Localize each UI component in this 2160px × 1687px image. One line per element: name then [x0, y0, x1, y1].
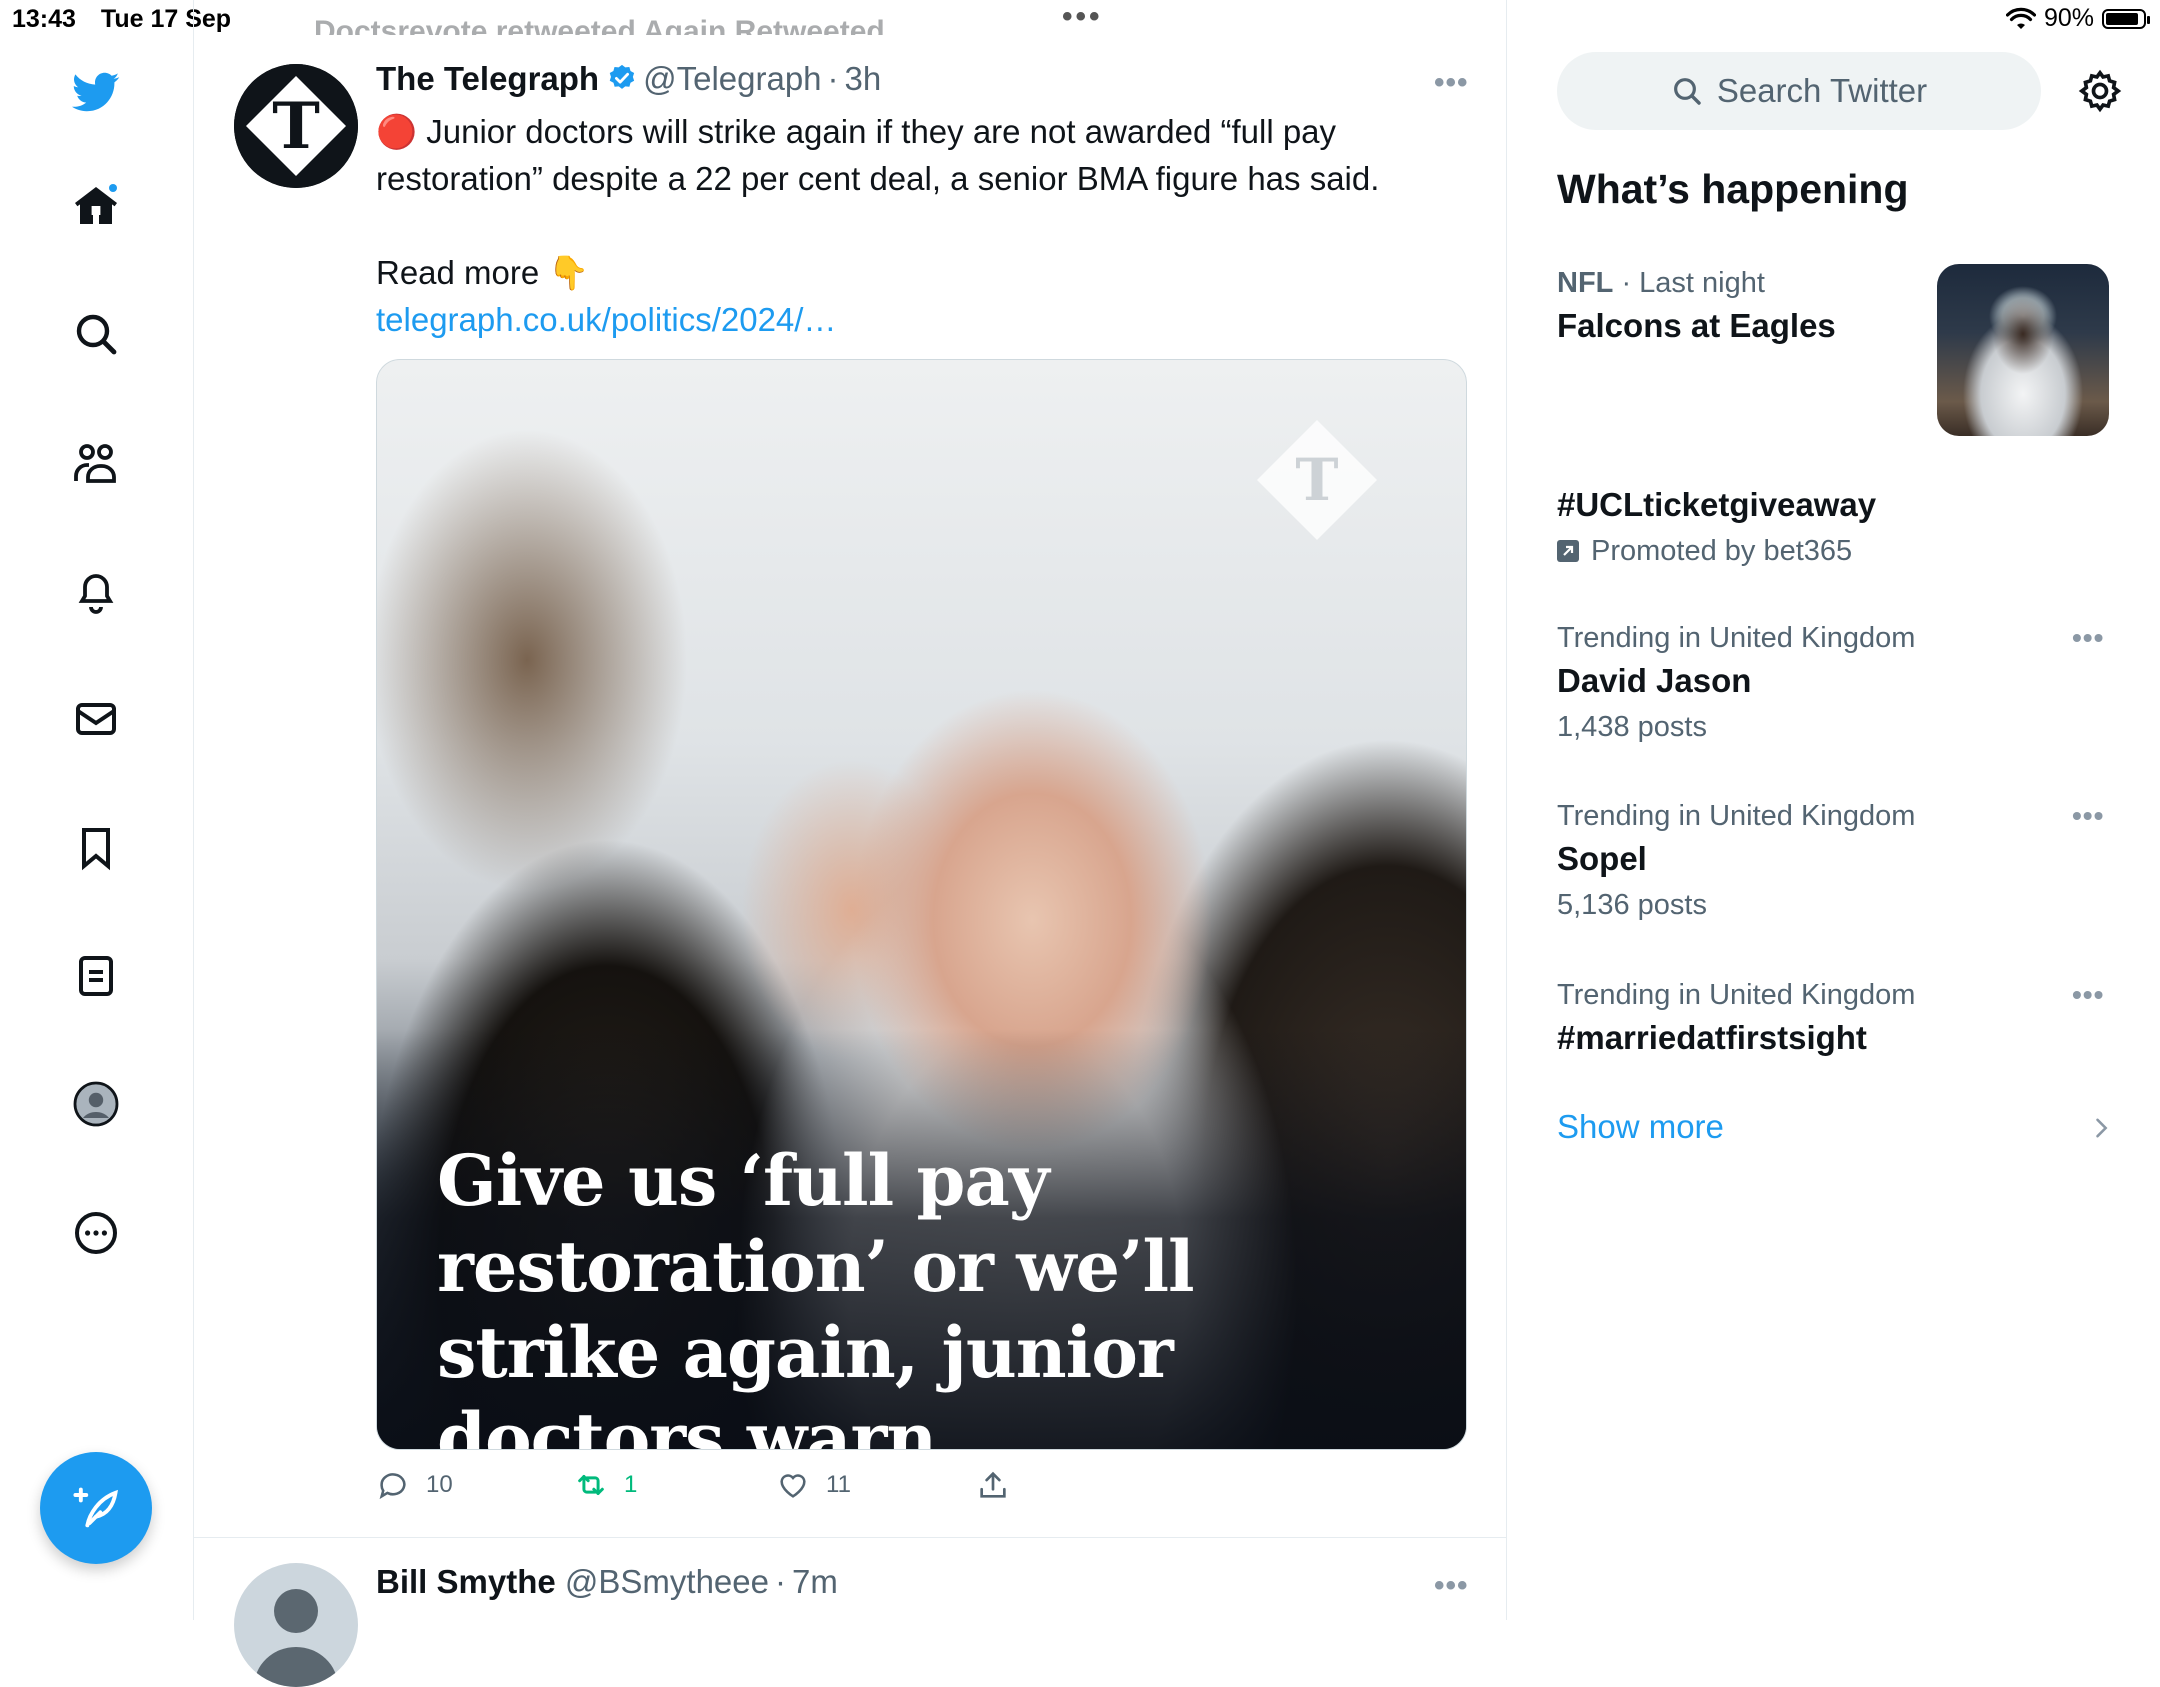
tweet-time[interactable]: 7m [792, 1563, 838, 1600]
messages-envelope-icon[interactable] [70, 693, 122, 745]
whats-happening-title: What’s happening [1557, 166, 1909, 212]
verified-badge-icon [609, 64, 635, 89]
more-options-icon[interactable] [70, 1207, 122, 1259]
tweet-more-icon[interactable]: ••• [1434, 66, 1469, 100]
telegraph-logo-icon: T [234, 64, 358, 188]
trend-context: Trending in United Kingdom [1557, 800, 1916, 832]
trend-category: NFL [1557, 267, 1614, 299]
tweet-more-icon[interactable]: ••• [1434, 1569, 1469, 1603]
media-headline: Give us ‘full pay restoration’ or we’ll … [437, 1139, 1195, 1450]
tweet-link[interactable]: telegraph.co.uk/politics/2024/… [376, 296, 1436, 343]
tweet-author-name[interactable]: The Telegraph [376, 60, 599, 97]
tweet-text: 🔴 Junior doctors will strike again if th… [376, 108, 1436, 343]
trend-more-icon[interactable]: ••• [2072, 979, 2104, 1011]
bookmarks-icon[interactable] [70, 822, 122, 874]
heart-icon [780, 1474, 806, 1498]
trend-thumbnail-image[interactable] [1937, 264, 2109, 436]
settings-gear-icon[interactable] [2077, 68, 2123, 114]
tweet-actions: 10 1 11 [376, 1468, 1076, 1508]
notifications-bell-icon[interactable] [70, 565, 122, 617]
tweet-read-more: Read more 👇 [376, 254, 590, 291]
trend-context: Trending in United Kingdom [1557, 979, 1916, 1011]
promoted-by-text: Promoted by bet365 [1591, 535, 1853, 567]
default-avatar-icon [254, 1589, 338, 1687]
reply-count: 10 [426, 1471, 453, 1498]
trend-item[interactable]: Trending in United Kingdom David Jason 1… [1557, 618, 2097, 750]
trend-item[interactable]: Trending in United Kingdom Sopel 5,136 p… [1557, 796, 2097, 928]
retweet-icon [578, 1475, 604, 1495]
promoted-icon [1557, 540, 1579, 562]
like-button[interactable]: 11 [776, 1468, 851, 1502]
trend-post-count: 1,438 posts [1557, 711, 1707, 743]
trend-more-icon[interactable]: ••• [2072, 622, 2104, 654]
timeline: Doctsrevote retweeted Again Retweeted T … [194, 0, 1507, 1687]
tweet-author-avatar[interactable] [234, 1563, 358, 1687]
like-count: 11 [826, 1471, 851, 1498]
chevron-right-icon[interactable] [2087, 1114, 2115, 1142]
tweet-author-avatar[interactable]: T [234, 64, 358, 188]
right-sidebar: Search Twitter What’s happening NFL · La… [1507, 0, 2160, 1620]
trend-title: Sopel [1557, 840, 1647, 877]
search-icon[interactable] [70, 308, 122, 360]
tweet-time[interactable]: 3h [845, 60, 882, 97]
trend-context: Trending in United Kingdom [1557, 622, 1916, 654]
tweet-author-handle: @Telegraph [643, 60, 822, 97]
compose-tweet-icon [73, 1487, 118, 1528]
trend-promoted: Promoted by bet365 [1557, 528, 2097, 574]
show-more-link[interactable]: Show more [1557, 1108, 1724, 1146]
tweet-separator: · [827, 60, 839, 97]
retweet-count: 1 [624, 1471, 638, 1498]
telegraph-logo-letter: T [272, 89, 320, 164]
home-icon[interactable] [70, 180, 122, 232]
reply-button[interactable]: 10 [376, 1468, 453, 1502]
tweet-author-name[interactable]: Bill Smythe [376, 1563, 556, 1600]
share-button[interactable] [976, 1468, 1010, 1502]
lists-icon[interactable] [70, 950, 122, 1002]
communities-icon[interactable] [70, 437, 122, 489]
reply-icon [379, 1473, 406, 1500]
compose-tweet-button[interactable] [40, 1452, 152, 1564]
trend-item[interactable]: Trending in United Kingdom #marriedatfir… [1557, 975, 2097, 1061]
trend-context-text: · Last night [1621, 267, 1765, 299]
left-navigation [0, 0, 194, 1620]
profile-avatar-icon[interactable] [70, 1078, 122, 1130]
trend-title: #UCLticketgiveaway [1557, 486, 1877, 523]
tweet-divider [194, 1537, 1506, 1538]
share-icon [980, 1471, 1006, 1498]
tweet-media-image[interactable]: T Give us ‘full pay restoration’ or we’l… [376, 359, 1467, 1450]
search-input[interactable]: Search Twitter [1557, 52, 2041, 130]
media-watermark-logo-icon: T [1257, 420, 1377, 540]
trend-item-promoted[interactable]: #UCLticketgiveaway Promoted by bet365 [1557, 482, 2097, 574]
tweet-header: Bill Smythe @BSmytheee · 7m [376, 1563, 838, 1601]
twitter-bird-icon[interactable] [70, 66, 122, 118]
tweet-author-handle: @BSmytheee [564, 1563, 769, 1600]
trend-title: #marriedatfirstsight [1557, 1019, 1867, 1056]
trend-title: David Jason [1557, 662, 1752, 699]
media-watermark-letter: T [1295, 446, 1338, 514]
trend-post-count: 5,136 posts [1557, 889, 1707, 921]
previous-tweet-fragment: Doctsrevote retweeted Again Retweeted [314, 15, 885, 35]
retweet-button[interactable]: 1 [574, 1468, 637, 1502]
search-icon [1673, 78, 1701, 105]
search-placeholder: Search Twitter [1716, 72, 1928, 109]
tweet-separator: · [774, 1563, 786, 1600]
tweet-header: The Telegraph @Telegraph · 3h [376, 60, 881, 98]
trend-more-icon[interactable]: ••• [2072, 800, 2104, 832]
tweet-body: 🔴 Junior doctors will strike again if th… [376, 113, 1380, 197]
